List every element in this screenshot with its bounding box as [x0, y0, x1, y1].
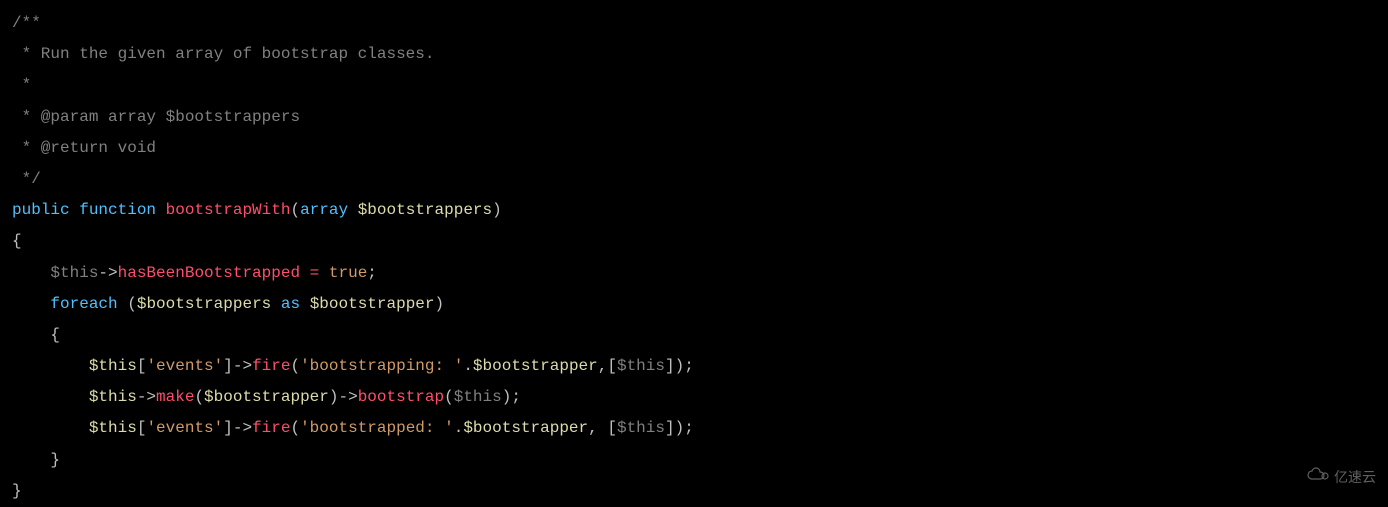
keyword-public: public	[12, 201, 70, 219]
paren-close: )	[435, 295, 445, 313]
comment-line: /**	[12, 14, 41, 32]
semicolon: ;	[511, 388, 521, 406]
loop-item-var: $bootstrapper	[310, 295, 435, 313]
this-var: $this	[454, 388, 502, 406]
string-literal: 'bootstrapping: '	[300, 357, 463, 375]
function-name: bootstrapWith	[166, 201, 291, 219]
paren-open: (	[290, 201, 300, 219]
comment-line: * Run the given array of bootstrap class…	[12, 45, 434, 63]
string-literal: 'events'	[146, 419, 223, 437]
paren-close: )	[675, 357, 685, 375]
semicolon: ;	[684, 357, 694, 375]
bracket-close: ]	[665, 357, 675, 375]
this-var: $this	[617, 419, 665, 437]
property: hasBeenBootstrapped	[118, 264, 300, 282]
method-make: make	[156, 388, 194, 406]
brace-open: {	[50, 326, 60, 344]
cloud-icon	[1306, 462, 1330, 497]
arrow-op: ->	[98, 264, 117, 282]
bracket-close: ]	[223, 419, 233, 437]
this-var: $this	[89, 388, 137, 406]
paren-open: (	[290, 357, 300, 375]
comma: ,	[598, 357, 608, 375]
brace-close: }	[50, 451, 60, 469]
brace-open: {	[12, 232, 22, 250]
paren-close: )	[675, 419, 685, 437]
this-var: $this	[89, 419, 137, 437]
var: $bootstrapper	[473, 357, 598, 375]
concat-op: .	[463, 357, 473, 375]
comment-line: * @return void	[12, 139, 156, 157]
bracket-open: [	[137, 419, 147, 437]
keyword-foreach: foreach	[50, 295, 117, 313]
this-var: $this	[50, 264, 98, 282]
keyword-function: function	[79, 201, 156, 219]
comma: ,	[588, 419, 598, 437]
paren-open: (	[444, 388, 454, 406]
arrow-op: ->	[137, 388, 156, 406]
bracket-open: [	[607, 357, 617, 375]
comment-line: */	[12, 170, 41, 188]
comment-line: *	[12, 76, 31, 94]
watermark-text: 亿速云	[1334, 466, 1376, 493]
brace-close: }	[12, 482, 22, 500]
string-literal: 'bootstrapped: '	[300, 419, 454, 437]
this-var: $this	[617, 357, 665, 375]
paren-open: (	[194, 388, 204, 406]
method-fire: fire	[252, 419, 290, 437]
paren-open: (	[290, 419, 300, 437]
semicolon: ;	[684, 419, 694, 437]
code-block: /** * Run the given array of bootstrap c…	[12, 8, 1376, 507]
string-literal: 'events'	[146, 357, 223, 375]
semicolon: ;	[367, 264, 377, 282]
bracket-open: [	[137, 357, 147, 375]
arrow-op: ->	[338, 388, 357, 406]
var: $bootstrapper	[463, 419, 588, 437]
watermark: 亿速云	[1306, 462, 1376, 497]
bracket-close: ]	[223, 357, 233, 375]
param-var: $bootstrappers	[358, 201, 492, 219]
assign-op: =	[310, 264, 320, 282]
method-fire: fire	[252, 357, 290, 375]
boolean-true: true	[329, 264, 367, 282]
loop-var: $bootstrappers	[137, 295, 271, 313]
concat-op: .	[454, 419, 464, 437]
type-array: array	[300, 201, 348, 219]
paren-close: )	[502, 388, 512, 406]
bracket-open: [	[607, 419, 617, 437]
keyword-as: as	[281, 295, 300, 313]
paren-close: )	[492, 201, 502, 219]
bracket-close: ]	[665, 419, 675, 437]
paren-open: (	[127, 295, 137, 313]
this-var: $this	[89, 357, 137, 375]
arrow-op: ->	[233, 357, 252, 375]
var: $bootstrapper	[204, 388, 329, 406]
arrow-op: ->	[233, 419, 252, 437]
method-bootstrap: bootstrap	[358, 388, 444, 406]
comment-line: * @param array $bootstrappers	[12, 108, 300, 126]
